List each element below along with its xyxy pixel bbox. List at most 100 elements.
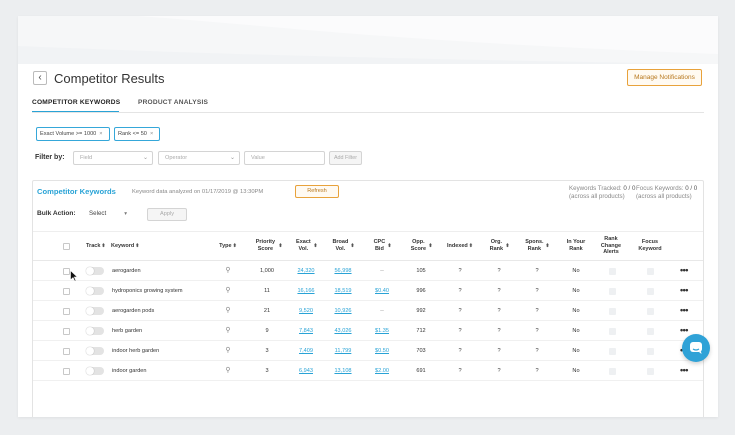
exact-vol-link[interactable]: 7,409 (293, 341, 319, 361)
more-actions-icon[interactable]: ••• (680, 301, 688, 321)
table-row[interactable]: indoor herb garden ⚲ 3 7,409 11,799 $0.50 703?… (33, 341, 703, 361)
broad-vol-link[interactable]: 18,519 (330, 281, 356, 301)
row-checkbox[interactable] (63, 288, 70, 295)
more-actions-icon[interactable]: ••• (680, 361, 688, 381)
priority-cell: 21 (263, 308, 271, 314)
broad-vol-link[interactable]: 10,926 (330, 301, 356, 321)
chat-launcher-button[interactable] (682, 334, 710, 362)
row-checkbox[interactable] (63, 328, 70, 335)
rank-alert-checkbox[interactable] (609, 328, 616, 335)
tab-product-analysis[interactable]: PRODUCT ANALYSIS (138, 99, 208, 106)
filter-operator-select[interactable]: Operator ⌄ (158, 151, 240, 165)
focus-keyword-checkbox[interactable] (647, 288, 654, 295)
exact-vol-link[interactable]: 24,320 (293, 261, 319, 281)
col-spons-rank[interactable]: Spons. Rank ⬍ (521, 232, 553, 260)
col-type[interactable]: Type ⬍ (213, 232, 243, 260)
rank-alert-checkbox[interactable] (609, 268, 616, 275)
rank-alert-checkbox[interactable] (609, 308, 616, 315)
broad-vol-link[interactable]: 13,108 (330, 361, 356, 381)
col-opp-score[interactable]: Opp. Score ⬍ (407, 232, 435, 260)
row-checkbox[interactable] (63, 348, 70, 355)
track-toggle[interactable] (86, 327, 104, 335)
bulk-action-label: Bulk Action: (37, 210, 76, 217)
filter-chip-exact-volume[interactable]: Exact Volume >= 1000 × (36, 127, 110, 141)
rank-alert-checkbox[interactable] (609, 348, 616, 355)
cpc-bid-cell[interactable]: $2.00 (369, 361, 395, 381)
row-checkbox[interactable] (63, 368, 70, 375)
filter-chip-rank[interactable]: Rank <= 50 × (114, 127, 160, 141)
refresh-button[interactable]: Refresh (295, 185, 339, 198)
bulk-action-select[interactable]: Select ▾ (89, 208, 127, 220)
priority-cell: 9 (265, 328, 269, 334)
filter-value-input[interactable]: Value (244, 151, 325, 165)
tab-divider (32, 112, 704, 113)
row-checkbox[interactable] (63, 308, 70, 315)
apply-button[interactable]: Apply (147, 208, 187, 221)
tab-competitor-keywords[interactable]: COMPETITOR KEYWORDS (32, 99, 120, 106)
sort-icon: ⬍ (232, 242, 237, 249)
more-actions-icon[interactable]: ••• (680, 281, 688, 301)
track-toggle[interactable] (86, 307, 104, 315)
close-icon[interactable]: × (99, 131, 102, 137)
focus-keyword-checkbox[interactable] (647, 328, 654, 335)
rank-alert-checkbox[interactable] (609, 288, 616, 295)
track-toggle[interactable] (86, 367, 104, 375)
table-row[interactable]: indoor garden ⚲ 3 6,943 13,108 $2.00 691??? No •… (33, 361, 703, 381)
col-cpc-bid[interactable]: CPC Bid ⬍ (369, 232, 395, 260)
broad-vol-link[interactable]: 56,998 (330, 261, 356, 281)
rank-alert-checkbox[interactable] (609, 368, 616, 375)
close-icon[interactable]: × (150, 131, 153, 137)
filter-field-select[interactable]: Field ⌄ (73, 151, 153, 165)
app-window: ‹ Competitor Results Manage Notification… (18, 16, 718, 417)
focus-label: Focus Keywords: (636, 185, 684, 192)
opp-score-cell: 996 (416, 288, 426, 294)
select-all-checkbox[interactable] (63, 243, 70, 250)
header-decoration (18, 16, 718, 64)
focus-keyword-checkbox[interactable] (647, 268, 654, 275)
track-toggle[interactable] (86, 267, 104, 275)
table-row[interactable]: aerogarden pods ⚲ 21 9,520 10,926 -- 992??? No •… (33, 301, 703, 321)
filter-label: Filter by: (35, 154, 65, 161)
cpc-bid-cell[interactable]: $0.50 (369, 341, 395, 361)
exact-vol-link[interactable]: 9,520 (293, 301, 319, 321)
focus-keyword-checkbox[interactable] (647, 308, 654, 315)
track-toggle[interactable] (86, 287, 104, 295)
back-button[interactable]: ‹ (33, 71, 47, 85)
pin-icon: ⚲ (225, 287, 231, 294)
cpc-bid-cell[interactable]: $0.40 (369, 281, 395, 301)
track-toggle[interactable] (86, 347, 104, 355)
table-row[interactable]: herb garden ⚲ 9 7,843 43,026 $1.35 712??? No ••• (33, 321, 703, 341)
keyword-cell: hydroponics growing system (112, 288, 183, 294)
col-priority-score[interactable]: Priority Score ⬍ (251, 232, 285, 260)
add-filter-button[interactable]: Add Filter (329, 151, 362, 165)
table-row[interactable]: hydroponics growing system ⚲ 11 16,166 18,51… (33, 281, 703, 301)
col-spons-label: Spons. Rank (525, 239, 544, 252)
exact-vol-link[interactable]: 6,943 (293, 361, 319, 381)
col-exact-vol[interactable]: Exact Vol. ⬍ (291, 232, 321, 260)
competitor-keywords-panel: Competitor Keywords Keyword data analyze… (32, 180, 704, 417)
focus-keyword-checkbox[interactable] (647, 348, 654, 355)
col-track[interactable]: Track ⬍ (86, 232, 110, 260)
table-row[interactable]: aerogarden ⚲ 1,000 24,320 56,998 -- 105??? No ••… (33, 261, 703, 281)
col-org-rank[interactable]: Org. Rank ⬍ (485, 232, 513, 260)
org-rank-cell: ? (497, 348, 501, 354)
col-in-your-rank: In Your Rank (561, 232, 591, 260)
broad-vol-link[interactable]: 11,799 (330, 341, 356, 361)
opp-score-cell: 691 (416, 368, 426, 374)
broad-vol-link[interactable]: 43,026 (330, 321, 356, 341)
mouse-cursor-icon (70, 270, 78, 282)
more-actions-icon[interactable]: ••• (680, 261, 688, 281)
focus-keyword-checkbox[interactable] (647, 368, 654, 375)
col-broad-vol[interactable]: Broad Vol. ⬍ (328, 232, 358, 260)
manage-notifications-button[interactable]: Manage Notifications (627, 69, 702, 86)
exact-vol-link[interactable]: 16,166 (293, 281, 319, 301)
col-indexed[interactable]: Indexed ⬍ (441, 232, 479, 260)
exact-vol-link[interactable]: 7,843 (293, 321, 319, 341)
col-keyword-label: Keyword (111, 242, 135, 249)
pin-icon: ⚲ (225, 367, 231, 374)
page-title: Competitor Results (54, 71, 165, 86)
cpc-bid-cell[interactable]: $1.35 (369, 321, 395, 341)
operator-placeholder: Operator (165, 155, 188, 161)
row-checkbox[interactable] (63, 268, 70, 275)
col-keyword[interactable]: Keyword ⬍ (111, 232, 161, 260)
